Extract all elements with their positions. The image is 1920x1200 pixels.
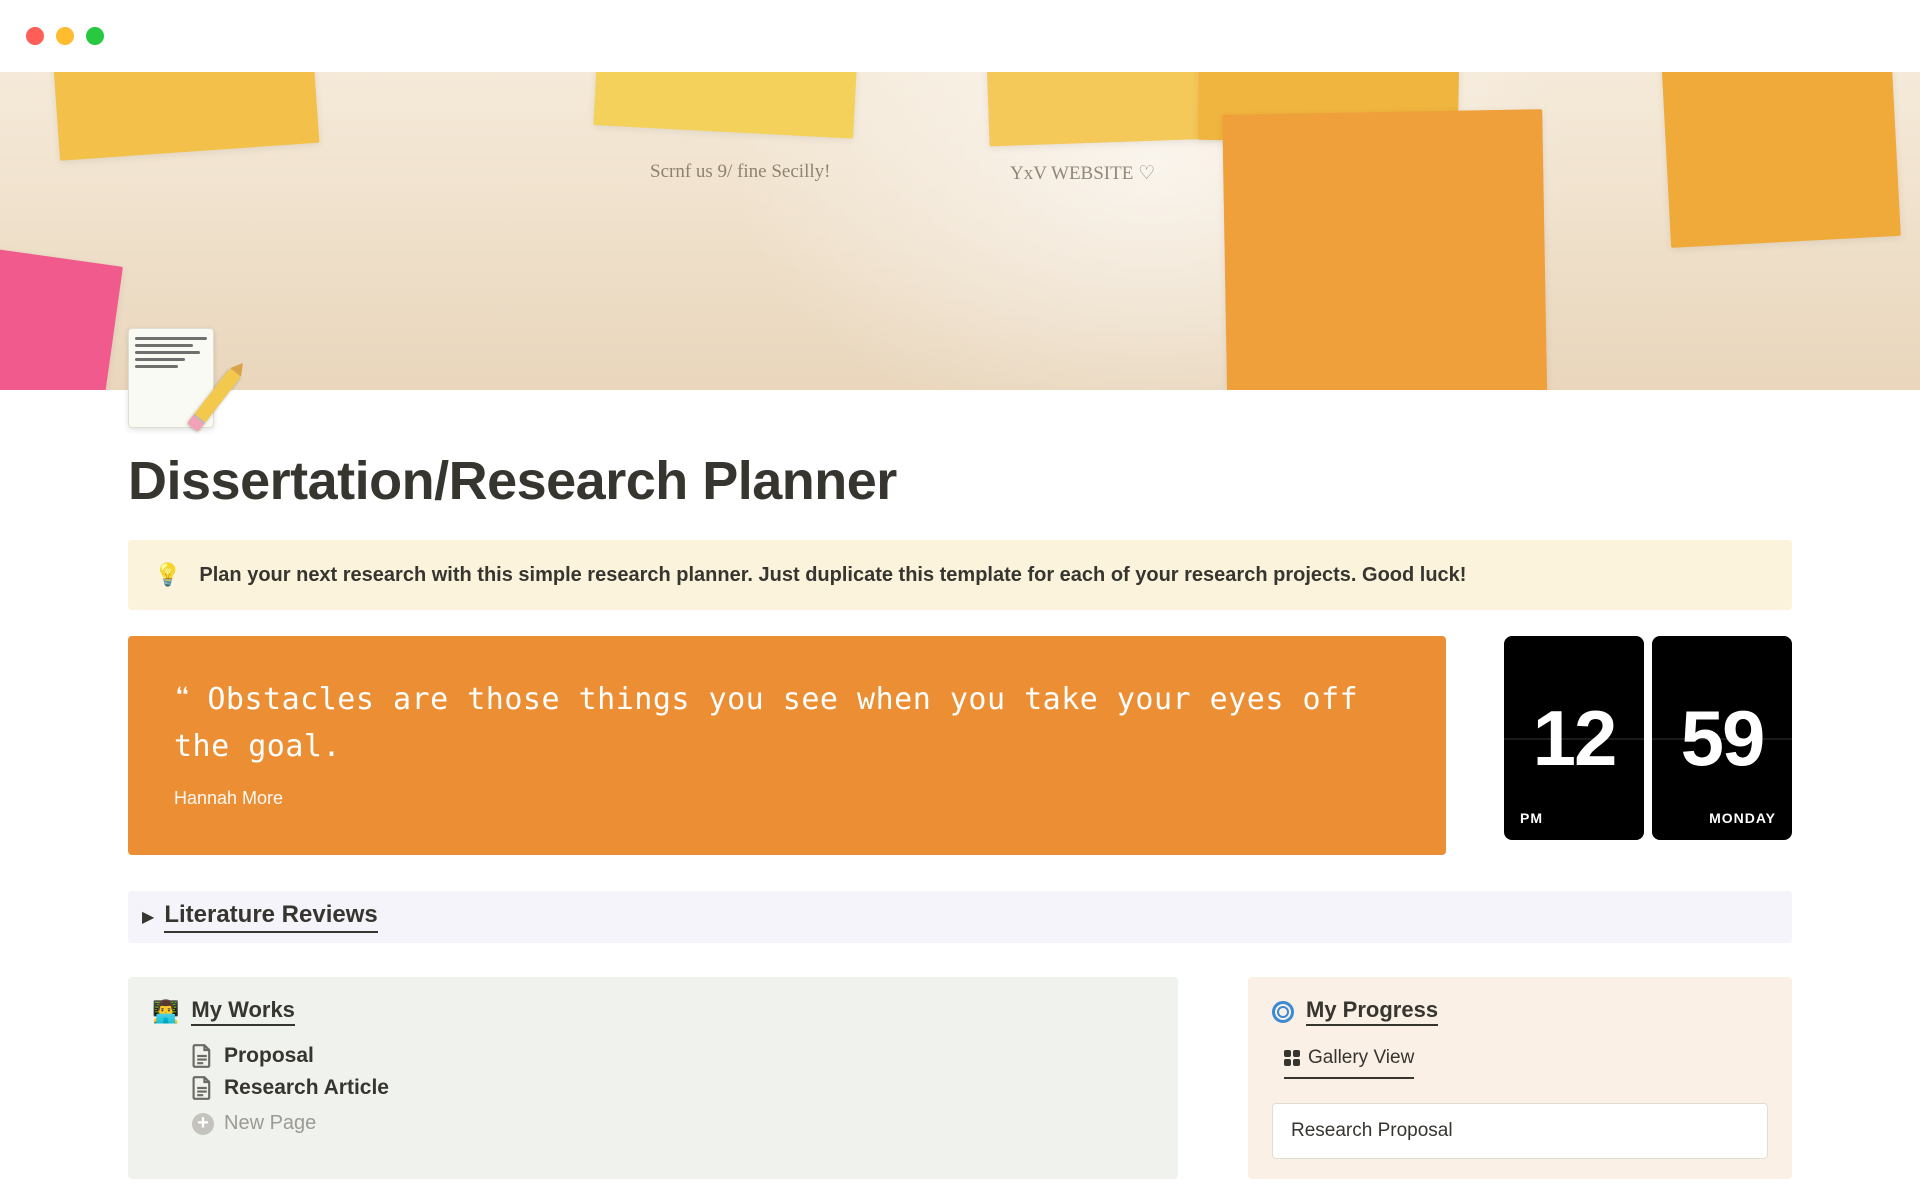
clock-hour: 12 [1533,693,1616,784]
my-progress-header[interactable]: My Progress [1272,997,1768,1026]
sticky-note-decor [41,72,320,161]
toggle-triangle-icon: ▶ [142,907,154,927]
gallery-grid-icon [1284,1050,1300,1066]
sticky-note-decor [593,72,866,139]
close-window-button[interactable] [26,27,44,45]
works-item-label: Proposal [224,1044,314,1068]
document-icon [192,1044,212,1068]
plus-icon: + [192,1113,214,1135]
quote-block[interactable]: ❝Obstacles are those things you see when… [128,636,1446,855]
minimize-window-button[interactable] [56,27,74,45]
bulb-icon: 💡 [154,562,181,588]
document-icon [192,1076,212,1100]
clock-day: MONDAY [1709,810,1776,826]
clock-meridiem: PM [1520,810,1543,826]
cover-handwriting: Scrnf us 9/ fine Secilly! [650,160,830,185]
works-item-research-article[interactable]: Research Article [152,1072,1154,1104]
clock-widget[interactable]: 12 PM 59 MONDAY [1504,636,1792,855]
maximize-window-button[interactable] [86,27,104,45]
works-item-proposal[interactable]: Proposal [152,1040,1154,1072]
my-works-title: My Works [191,997,295,1026]
gallery-view-label: Gallery View [1308,1047,1414,1069]
my-works-section[interactable]: 👨‍💻 My Works Proposal Research Article +… [128,977,1178,1179]
quote-text: ❝Obstacles are those things you see when… [174,676,1400,770]
gallery-item-title: Research Proposal [1291,1120,1453,1141]
clock-hour-tile: 12 PM [1504,636,1644,840]
works-emoji-icon: 👨‍💻 [152,999,179,1025]
gallery-view-tab[interactable]: Gallery View [1284,1047,1414,1079]
my-progress-title: My Progress [1306,997,1438,1026]
progress-ring-icon [1272,1001,1294,1023]
my-progress-section[interactable]: My Progress Gallery View Research Propos… [1248,977,1792,1179]
toggle-title: Literature Reviews [164,901,377,933]
clock-minute-tile: 59 MONDAY [1652,636,1792,840]
pencil-icon [187,368,241,432]
toggle-literature-reviews[interactable]: ▶ Literature Reviews [128,891,1792,943]
window-titlebar [0,0,1920,72]
quote-icon: ❝ [174,681,191,714]
callout-block[interactable]: 💡 Plan your next research with this simp… [128,540,1792,610]
my-works-header[interactable]: 👨‍💻 My Works [152,997,1154,1026]
clock-minute: 59 [1681,693,1764,784]
callout-text: Plan your next research with this simple… [199,564,1466,587]
progress-gallery-item[interactable]: Research Proposal [1272,1103,1768,1159]
quote-author: Hannah More [174,788,1400,809]
new-page-label: New Page [224,1112,316,1135]
page-icon[interactable] [128,328,214,428]
sticky-note-decor [1659,72,1901,248]
page-title[interactable]: Dissertation/Research Planner [128,450,1792,512]
cover-handwriting: YxV WEBSITE ♡ [1010,162,1155,187]
new-page-button[interactable]: + New Page [152,1104,1154,1135]
works-item-label: Research Article [224,1076,389,1100]
